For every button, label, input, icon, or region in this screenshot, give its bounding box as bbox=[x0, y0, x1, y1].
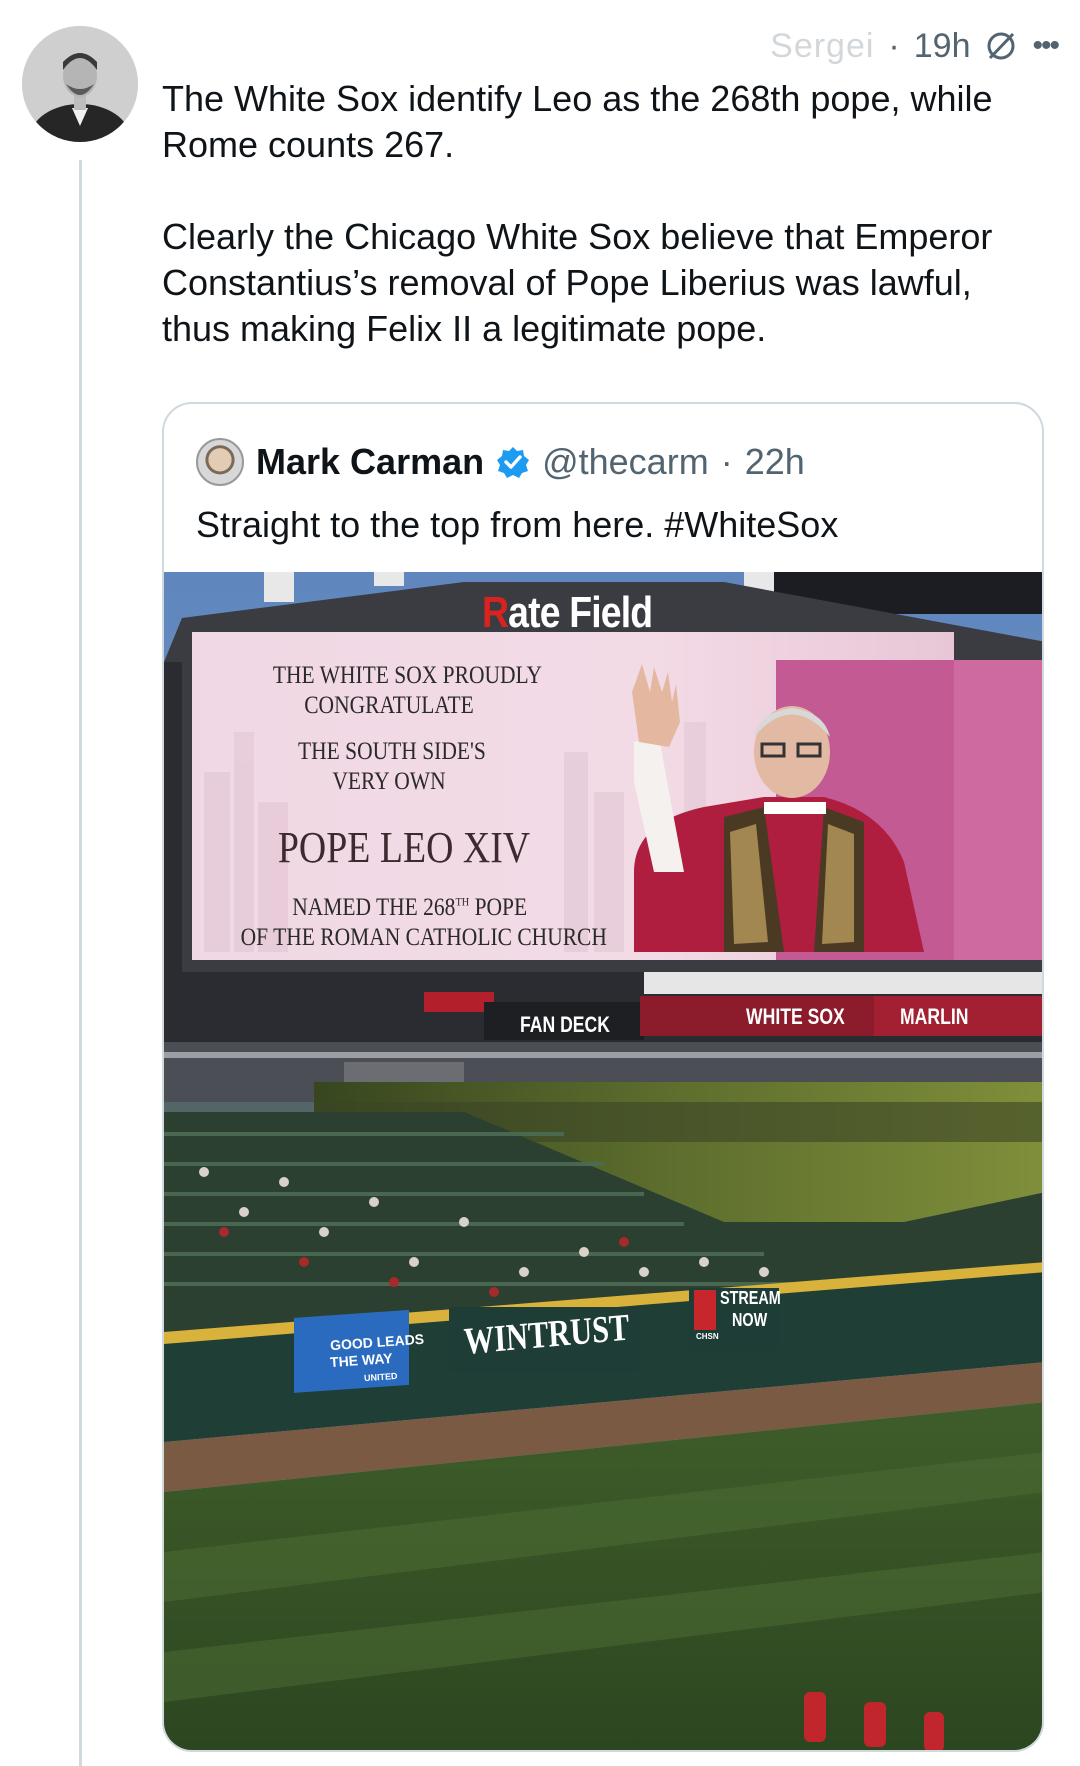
post-time[interactable]: 19h bbox=[914, 27, 971, 66]
author-avatar[interactable] bbox=[22, 26, 138, 142]
post-meta: Sergei · 19h ••• bbox=[770, 26, 1060, 66]
grok-icon[interactable] bbox=[984, 29, 1018, 63]
board-line: NAMED THE 268TH POPE bbox=[292, 894, 527, 922]
stream-ad-line: NOW bbox=[732, 1310, 768, 1330]
thread-line bbox=[79, 160, 82, 1766]
verified-badge-icon bbox=[496, 445, 530, 479]
ribbon-team-home: WHITE SOX bbox=[746, 1004, 845, 1029]
quoted-post-photo[interactable]: Rate Field THE WHITE SOX PROUDLY CONGRAT… bbox=[164, 572, 1042, 1750]
stream-ad-logo: CHSN bbox=[696, 1332, 719, 1341]
stream-ad-line: STREAM bbox=[720, 1288, 781, 1308]
quoted-author-handle[interactable]: @thecarm bbox=[542, 441, 709, 483]
quoted-author-avatar[interactable] bbox=[196, 438, 244, 486]
board-named-2: POPE bbox=[469, 894, 528, 921]
quoted-post-header: Mark Carman @thecarm · 22h bbox=[196, 438, 805, 486]
stadium-sign: Rate Field bbox=[482, 588, 653, 638]
board-line: THE WHITE SOX PROUDLY bbox=[272, 662, 543, 689]
fan-deck-sign: FAN DECK bbox=[520, 1012, 610, 1037]
board-named-sup: TH bbox=[455, 894, 470, 909]
ribbon-team-away: MARLIN bbox=[900, 1004, 969, 1029]
post-paragraph: Clearly the Chicago White Sox believe th… bbox=[162, 216, 993, 349]
stadium-photo-graphic bbox=[164, 572, 1042, 1750]
stadium-sign-r: R bbox=[482, 588, 509, 637]
quoted-post-card[interactable]: Mark Carman @thecarm · 22h Straight to t… bbox=[162, 402, 1044, 1752]
post-text: The White Sox identify Leo as the 268th … bbox=[162, 76, 1042, 398]
quoted-post-text: Straight to the top from here. #WhiteSox bbox=[196, 504, 839, 545]
stadium-sign-rest: ate Field bbox=[508, 588, 653, 637]
meta-separator: · bbox=[888, 26, 900, 65]
board-line: VERY OWN bbox=[332, 768, 446, 795]
post-paragraph: The White Sox identify Leo as the 268th … bbox=[162, 78, 993, 165]
quoted-post-time[interactable]: 22h bbox=[745, 441, 805, 483]
board-line: THE SOUTH SIDE'S bbox=[298, 738, 486, 765]
quoted-separator: · bbox=[720, 441, 733, 482]
more-icon[interactable]: ••• bbox=[1032, 29, 1059, 63]
board-pope-name: POPE LEO XIV bbox=[277, 823, 531, 872]
board-named: NAMED THE 268 bbox=[292, 894, 456, 921]
author-name-faded[interactable]: Sergei bbox=[770, 27, 874, 66]
board-line: OF THE ROMAN CATHOLIC CHURCH bbox=[240, 924, 607, 951]
board-line: CONGRATULATE bbox=[304, 692, 474, 719]
quoted-author-name[interactable]: Mark Carman bbox=[256, 441, 484, 483]
